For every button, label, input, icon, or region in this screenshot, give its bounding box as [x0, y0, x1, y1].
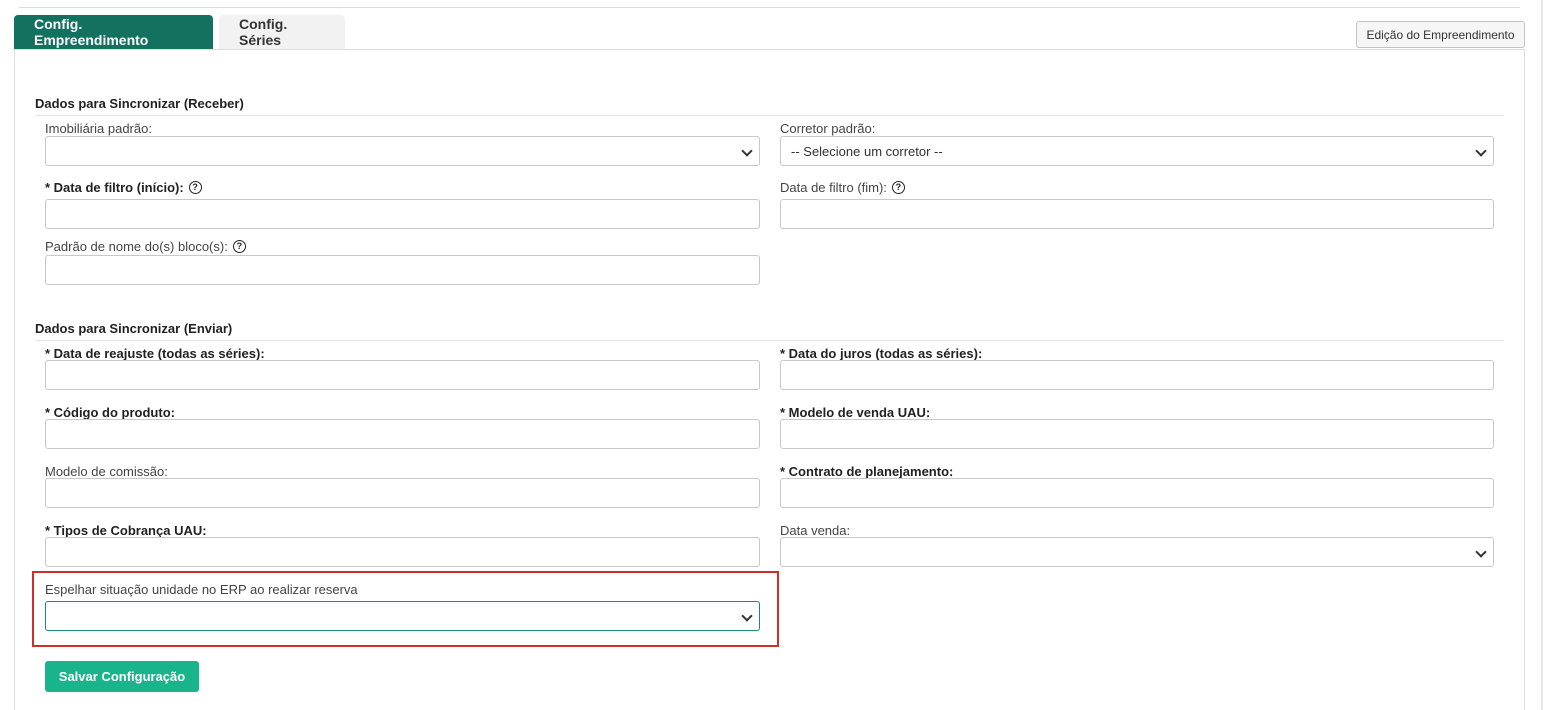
section-title-enviar: Dados para Sincronizar (Enviar) — [35, 321, 233, 336]
bloco-input[interactable] — [45, 255, 760, 285]
comissao-label: Modelo de comissão: — [45, 464, 168, 479]
imobiliaria-select[interactable] — [45, 136, 760, 166]
data-venda-label: Data venda: — [780, 523, 851, 538]
data-inicio-label-text: * Data de filtro (início): — [45, 180, 184, 195]
produto-label: * Código do produto: — [45, 405, 175, 420]
cobranca-label: * Tipos de Cobrança UAU: — [45, 523, 207, 538]
section-divider — [35, 115, 1504, 116]
top-divider — [19, 7, 1520, 8]
tab-config-empreendimento[interactable]: Config. Empreendimento — [14, 15, 213, 49]
modelo-venda-label: * Modelo de venda UAU: — [780, 405, 931, 420]
espelhar-label: Espelhar situação unidade no ERP ao real… — [45, 582, 358, 597]
help-icon[interactable]: ? — [232, 240, 246, 253]
bloco-label-text: Padrão de nome do(s) bloco(s): — [45, 239, 228, 254]
contrato-input[interactable] — [780, 478, 1494, 508]
section-title-receber: Dados para Sincronizar (Receber) — [35, 96, 244, 111]
data-venda-select[interactable] — [780, 537, 1494, 567]
corretor-label: Corretor padrão: — [780, 121, 876, 136]
espelhar-select[interactable] — [45, 601, 760, 631]
imobiliaria-label: Imobiliária padrão: — [45, 121, 152, 136]
help-icon[interactable]: ? — [188, 181, 202, 194]
section-divider — [35, 340, 1504, 341]
cobranca-input[interactable] — [45, 537, 760, 567]
data-fim-label-text: Data de filtro (fim): — [780, 180, 887, 195]
data-inicio-label: * Data de filtro (início): ? — [45, 180, 760, 195]
data-fim-label: Data de filtro (fim): ? — [780, 180, 1494, 195]
contrato-label: * Contrato de planejamento: — [780, 464, 954, 479]
bloco-label: Padrão de nome do(s) bloco(s): ? — [45, 239, 760, 254]
data-inicio-input[interactable] — [45, 199, 760, 229]
juros-input[interactable] — [780, 360, 1494, 390]
corretor-value: -- Selecione um corretor -- — [791, 143, 943, 159]
help-icon[interactable]: ? — [891, 181, 905, 194]
produto-input[interactable] — [45, 419, 760, 449]
corretor-select[interactable]: -- Selecione um corretor -- — [780, 136, 1494, 166]
data-fim-input[interactable] — [780, 199, 1494, 229]
tab-config-series[interactable]: Config. Séries — [219, 15, 345, 49]
juros-label: * Data do juros (todas as séries): — [780, 346, 983, 361]
reajuste-input[interactable] — [45, 360, 760, 390]
salvar-configuracao-button[interactable]: Salvar Configuração — [45, 661, 199, 692]
edicao-empreendimento-button[interactable]: Edição do Empreendimento — [1356, 21, 1525, 48]
modelo-venda-input[interactable] — [780, 419, 1494, 449]
comissao-input[interactable] — [45, 478, 760, 508]
reajuste-label: * Data de reajuste (todas as séries): — [45, 346, 265, 361]
